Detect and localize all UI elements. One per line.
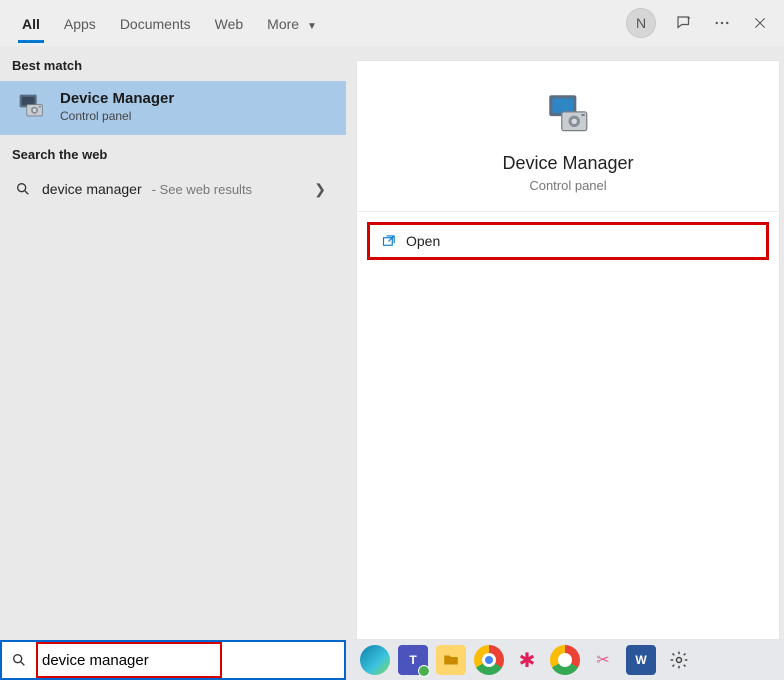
detail-actions: Open bbox=[357, 212, 779, 270]
slack-icon[interactable]: ✱ bbox=[512, 645, 542, 675]
chevron-right-icon[interactable]: ❯ bbox=[314, 181, 332, 198]
user-avatar[interactable]: N bbox=[626, 8, 656, 38]
web-result-row[interactable]: device manager - See web results ❯ bbox=[0, 170, 346, 208]
word-icon[interactable]: W bbox=[626, 645, 656, 675]
device-manager-large-icon bbox=[543, 89, 593, 139]
detail-subtitle: Control panel bbox=[529, 178, 606, 193]
best-match-text: Device Manager Control panel bbox=[60, 90, 174, 123]
search-web-header: Search the web bbox=[0, 135, 346, 170]
chevron-down-icon: ▼ bbox=[307, 21, 317, 32]
search-header: All Apps Documents Web More ▼ N bbox=[0, 0, 784, 46]
file-explorer-icon[interactable] bbox=[436, 645, 466, 675]
close-button[interactable] bbox=[750, 13, 770, 33]
web-result-suffix: - See web results bbox=[152, 182, 252, 197]
edge-icon[interactable] bbox=[360, 645, 390, 675]
tab-documents[interactable]: Documents bbox=[108, 4, 203, 42]
snip-icon[interactable]: ✂ bbox=[588, 645, 618, 675]
device-manager-icon bbox=[14, 89, 48, 123]
web-result-query: device manager bbox=[42, 181, 142, 197]
tab-all[interactable]: All bbox=[10, 4, 52, 42]
search-icon bbox=[2, 652, 36, 668]
best-match-title: Device Manager bbox=[60, 90, 174, 107]
detail-title: Device Manager bbox=[502, 153, 633, 174]
best-match-subtitle: Control panel bbox=[60, 109, 174, 123]
feedback-icon[interactable] bbox=[674, 13, 694, 33]
taskbar-apps: T ✱ ✂ W bbox=[352, 645, 702, 675]
header-actions: N bbox=[626, 8, 774, 38]
search-input[interactable] bbox=[36, 642, 344, 678]
more-options-icon[interactable] bbox=[712, 13, 732, 33]
filter-tabs: All Apps Documents Web More ▼ bbox=[10, 4, 329, 42]
tab-web[interactable]: Web bbox=[203, 4, 256, 42]
chrome-icon[interactable] bbox=[474, 645, 504, 675]
best-match-header: Best match bbox=[0, 46, 346, 81]
detail-panel: Device Manager Control panel Open bbox=[356, 60, 780, 640]
taskbar: T ✱ ✂ W bbox=[0, 640, 784, 680]
best-match-result[interactable]: Device Manager Control panel bbox=[0, 81, 346, 135]
tab-more[interactable]: More ▼ bbox=[255, 4, 329, 42]
taskbar-search[interactable] bbox=[0, 640, 346, 680]
detail-header: Device Manager Control panel bbox=[357, 61, 779, 212]
tab-more-label: More bbox=[267, 16, 299, 32]
results-panel: Best match Device Manager Control panel … bbox=[0, 46, 346, 640]
settings-icon[interactable] bbox=[664, 645, 694, 675]
search-icon bbox=[14, 180, 32, 198]
open-action[interactable]: Open bbox=[367, 222, 769, 260]
teams-icon[interactable]: T bbox=[398, 645, 428, 675]
tab-apps[interactable]: Apps bbox=[52, 4, 108, 42]
open-label: Open bbox=[406, 233, 440, 249]
open-icon bbox=[380, 233, 396, 249]
chrome-canary-icon[interactable] bbox=[550, 645, 580, 675]
